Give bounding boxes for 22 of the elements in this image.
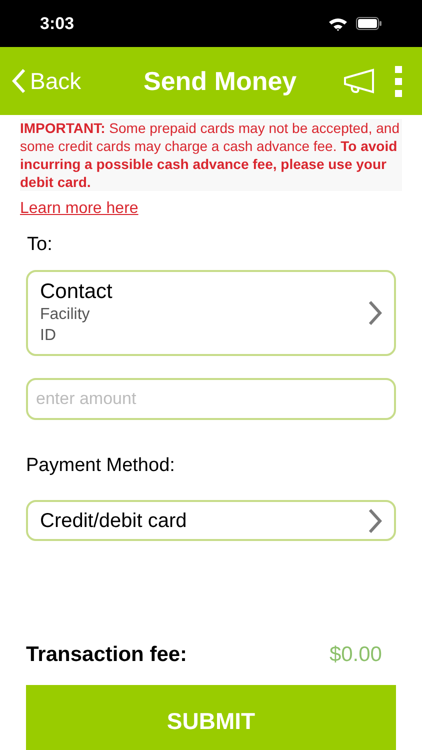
chevron-right-icon [368, 508, 382, 534]
important-notice: IMPORTANT: Some prepaid cards may not be accepted, and some credit cards may charge a cash advance fee. To avoid incurring a possible cash advance fee, please use your debit card. [20, 119, 402, 191]
chevron-right-icon [368, 300, 382, 326]
megaphone-icon [343, 68, 375, 94]
contact-selector[interactable]: Contact Facility ID [26, 270, 396, 356]
transaction-fee-label: Transaction fee: [26, 642, 188, 668]
status-time: 3:03 [40, 12, 74, 35]
payment-method-label: Payment Method: [26, 454, 176, 478]
payment-method-selector[interactable]: Credit/debit card [26, 500, 396, 541]
page-title: Send Money [142, 64, 298, 98]
contact-detail: Facility [40, 304, 91, 324]
contact-detail: ID [40, 326, 57, 346]
to-label: To: [27, 233, 54, 257]
transaction-fee-value: $0.00 [329, 642, 382, 668]
contact-name: Contact [40, 280, 114, 304]
megaphone-button[interactable] [343, 68, 375, 94]
battery-icon [356, 17, 382, 30]
more-menu-button[interactable] [395, 66, 402, 96]
wifi-icon [328, 16, 348, 30]
learn-more-link[interactable]: Learn more here [20, 197, 138, 221]
amount-field[interactable]: enter amount [26, 378, 396, 420]
chevron-left-icon [12, 68, 26, 94]
